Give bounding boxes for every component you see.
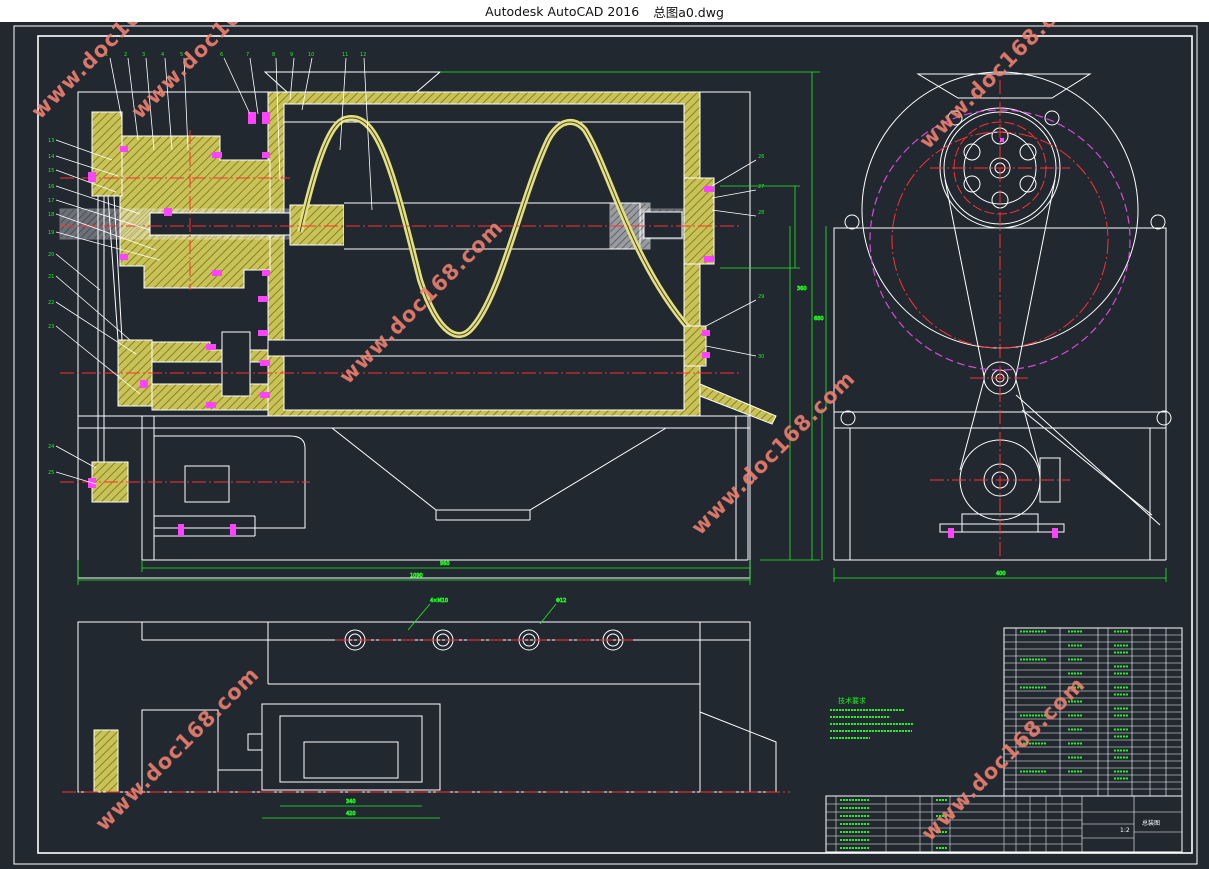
- svg-text:Φ12: Φ12: [556, 598, 566, 604]
- svg-text:21: 21: [48, 274, 54, 280]
- upper-pulley: [91, 111, 123, 197]
- watermark-8: www.doc168.com: [917, 672, 1090, 845]
- side-view[interactable]: [833, 71, 1172, 561]
- drawing-canvas[interactable]: 1234 5678 9 10 11 12 13141516 17181920 2122…: [0, 22, 1209, 869]
- svg-text:2: 2: [124, 52, 127, 58]
- top-dimensions: 4×M10 Φ12 340 420: [262, 598, 567, 819]
- svg-text:14: 14: [48, 154, 54, 160]
- svg-text:6: 6: [220, 52, 223, 58]
- svg-text:13: 13: [48, 138, 54, 144]
- parts-list: [1003, 627, 1183, 797]
- svg-text:24: 24: [48, 444, 54, 450]
- front-section-view[interactable]: [59, 71, 777, 579]
- svg-text:28: 28: [758, 210, 764, 216]
- svg-text:420: 420: [346, 811, 356, 817]
- svg-text:11: 11: [342, 52, 348, 58]
- svg-text:20: 20: [48, 252, 54, 258]
- svg-text:3: 3: [142, 52, 145, 58]
- svg-text:22: 22: [48, 300, 54, 306]
- belt: [944, 179, 985, 377]
- svg-text:26: 26: [758, 154, 764, 160]
- svg-text:8: 8: [272, 52, 275, 58]
- svg-text:340: 340: [346, 799, 356, 805]
- technical-requirements: 技术要求: [830, 696, 914, 739]
- svg-text:960: 960: [440, 561, 450, 567]
- svg-text:680: 680: [814, 316, 824, 322]
- svg-text:19: 19: [48, 230, 54, 236]
- side-centerlines: [930, 80, 1070, 560]
- svg-text:7: 7: [246, 52, 249, 58]
- svg-text:360: 360: [797, 286, 807, 292]
- side-dimensions: 400: [821, 226, 1167, 582]
- svg-text:17: 17: [48, 198, 54, 204]
- discharge-hopper: [330, 427, 668, 511]
- svg-text:12: 12: [360, 52, 366, 58]
- svg-text:15: 15: [48, 168, 54, 174]
- document-name: 总图a0.dwg: [653, 4, 724, 20]
- top-view[interactable]: [77, 621, 777, 793]
- svg-text:9: 9: [290, 52, 293, 58]
- drawing-title: 总装图: [1142, 819, 1160, 827]
- svg-text:29: 29: [758, 294, 764, 300]
- svg-text:4×M10: 4×M10: [430, 598, 448, 604]
- svg-text:10: 10: [308, 52, 314, 58]
- svg-text:23: 23: [48, 324, 54, 330]
- svg-text:16: 16: [48, 184, 54, 190]
- top-pulley: [93, 729, 119, 793]
- svg-text:18: 18: [48, 212, 54, 218]
- app-title: Autodesk AutoCAD 2016: [485, 3, 640, 19]
- svg-text:1090: 1090: [410, 573, 423, 579]
- drawing-scale: 1:2: [1120, 827, 1130, 834]
- svg-text:25: 25: [48, 470, 54, 476]
- svg-text:30: 30: [758, 354, 764, 360]
- svg-text:27: 27: [758, 184, 764, 190]
- tech-req-heading: 技术要求: [838, 696, 866, 705]
- svg-text:400: 400: [996, 571, 1006, 577]
- title-bar: Autodesk AutoCAD 2016 总图a0.dwg: [0, 0, 1209, 22]
- svg-text:4: 4: [161, 52, 164, 58]
